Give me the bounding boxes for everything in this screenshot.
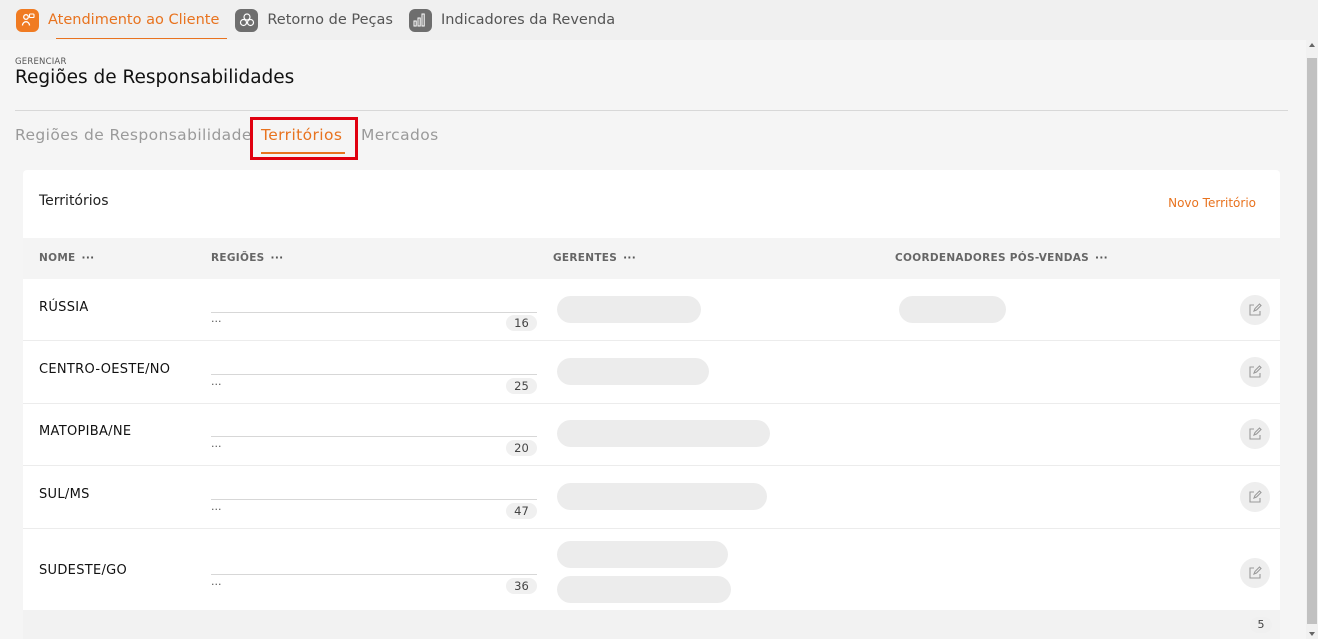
table-header: NOME ··· REGIÕES ··· GERENTES ··· COORDE… [23,238,1280,279]
tab-regioes-de-responsabilidade[interactable]: Regiões de Responsabilidade [15,126,252,144]
column-menu-icon[interactable]: ··· [82,252,95,264]
regions-divider [211,374,537,375]
nav-label: Atendimento ao Cliente [48,12,220,28]
page-title: Regiões de Responsabilidades [15,67,295,88]
header-divider [15,110,1288,111]
edit-button[interactable] [1240,482,1270,512]
manager-chip [557,358,709,385]
column-header-regioes: REGIÕES ··· [211,252,284,264]
column-menu-icon[interactable]: ··· [623,252,636,264]
edit-button[interactable] [1240,295,1270,325]
column-menu-icon[interactable]: ··· [271,252,284,264]
scroll-thumb[interactable] [1307,58,1317,624]
page-eyebrow: GERENCIAR [15,57,67,67]
bar-chart-icon [408,8,432,32]
edit-button[interactable] [1240,357,1270,387]
manager-chip [557,296,701,323]
highlight-box [250,117,358,160]
regions-count-badge: 47 [506,503,537,519]
column-header-coordenadores: COORDENADORES PÓS-VENDAS ··· [895,252,1108,264]
edit-icon [1249,566,1262,579]
regions-divider [211,574,537,575]
territory-name: CENTRO-OESTE/NO [39,362,171,377]
table-row[interactable]: SUDESTE/GO ··· 36 [23,529,1280,610]
customer-service-icon [16,8,39,32]
nav-atendimento-ao-cliente[interactable]: Atendimento ao Cliente [16,0,228,40]
manager-chip [557,541,728,568]
manager-chip [557,483,767,510]
regions-count-badge: 16 [506,315,537,331]
table-footer: 5 [23,610,1280,639]
edit-icon [1249,427,1262,440]
nav-label: Retorno de Peças [267,12,393,28]
scroll-down-icon[interactable] [1309,632,1315,636]
edit-button[interactable] [1240,419,1270,449]
regions-divider [211,436,537,437]
edit-icon [1249,365,1262,378]
territory-name: SUDESTE/GO [39,563,128,578]
total-count-badge: 5 [1250,617,1272,633]
regions-count-badge: 25 [506,378,537,394]
coordinator-chip [899,296,1006,323]
manager-chip [557,420,770,447]
edit-icon [1249,490,1262,503]
nav-retorno-de-pecas[interactable]: Retorno de Peças [235,0,393,40]
table-row[interactable]: CENTRO-OESTE/NO ··· 25 [23,341,1280,404]
territories-card: Territórios Novo Território NOME ··· REG… [23,170,1280,639]
column-header-nome: NOME ··· [39,252,95,264]
top-navigation: Atendimento ao Cliente Retorno de Peças … [0,0,1318,40]
table-row[interactable]: SUL/MS ··· 47 [23,466,1280,529]
nav-indicadores-da-revenda[interactable]: Indicadores da Revenda [408,0,616,40]
column-header-gerentes: GERENTES ··· [553,252,637,264]
territory-name: SUL/MS [39,487,90,502]
edit-icon [1249,303,1262,316]
regions-more[interactable]: ··· [211,315,222,328]
new-territory-button[interactable]: Novo Território [1168,196,1256,210]
vertical-scrollbar[interactable] [1306,40,1318,639]
column-menu-icon[interactable]: ··· [1095,252,1108,264]
regions-more[interactable]: ··· [211,378,222,391]
territory-name: RÚSSIA [39,300,89,315]
table-row[interactable]: RÚSSIA ··· 16 [23,279,1280,341]
nav-label: Indicadores da Revenda [440,12,616,28]
regions-more[interactable]: ··· [211,440,222,453]
manager-chip [557,576,731,603]
regions-count-badge: 20 [506,440,537,456]
regions-more[interactable]: ··· [211,578,222,591]
scroll-up-icon[interactable] [1309,43,1315,47]
regions-count-badge: 36 [506,578,537,594]
card-title: Territórios [39,193,109,209]
territory-name: MATOPIBA/NE [39,424,132,439]
table-row[interactable]: MATOPIBA/NE ··· 20 [23,404,1280,466]
regions-divider [211,312,537,313]
parts-return-icon [235,8,259,32]
regions-more[interactable]: ··· [211,503,222,516]
edit-button[interactable] [1240,558,1270,588]
tab-mercados[interactable]: Mercados [361,126,439,144]
regions-divider [211,499,537,500]
